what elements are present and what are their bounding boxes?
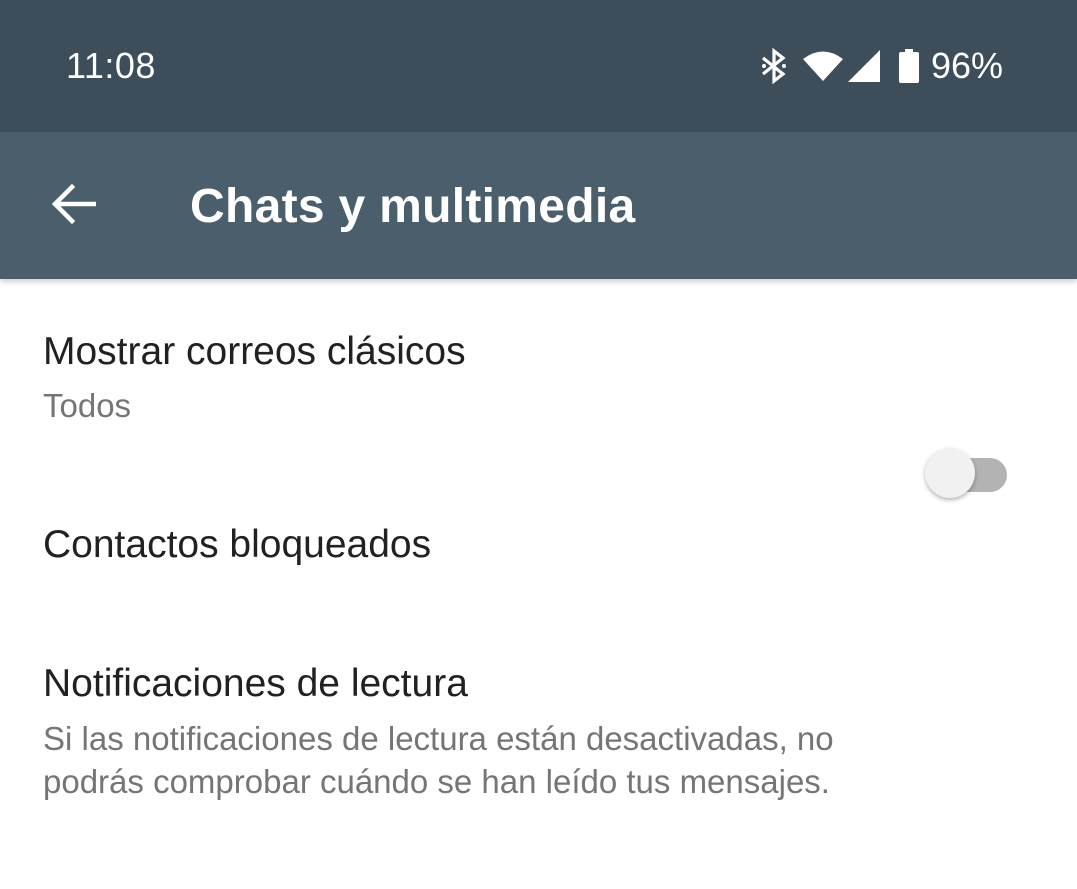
setting-summary: Si las notificaciones de lectura están d…	[43, 720, 834, 800]
app-bar: Chats y multimedia	[0, 132, 1077, 279]
setting-show-classic-emails[interactable]: Mostrar correos clásicos Todos	[0, 279, 1077, 469]
back-button[interactable]	[40, 172, 108, 240]
status-icons: 96%	[759, 44, 1003, 88]
setting-title: Contactos bloqueados	[43, 523, 432, 566]
wifi-icon	[802, 50, 843, 82]
cell-signal-icon	[847, 50, 881, 82]
back-arrow-icon	[51, 183, 97, 229]
read-receipts-toggle[interactable]	[923, 446, 1013, 502]
settings-list: Mostrar correos clásicos Todos Contactos…	[0, 279, 1077, 889]
setting-read-receipts[interactable]: Notificaciones de lectura Si las notific…	[0, 639, 1077, 889]
status-time: 11:08	[66, 45, 156, 86]
setting-title: Mostrar correos clásicos	[43, 330, 466, 373]
battery-icon	[898, 49, 919, 83]
page-title: Chats y multimedia	[190, 180, 636, 233]
toggle-thumb	[925, 448, 975, 498]
status-bar: 11:08 96%	[0, 0, 1077, 132]
setting-summary: Todos	[43, 387, 132, 424]
setting-blocked-contacts[interactable]: Contactos bloqueados	[0, 469, 1077, 639]
battery-percent: 96%	[930, 45, 1003, 86]
bluetooth-icon	[759, 48, 789, 84]
setting-title: Notificaciones de lectura	[43, 662, 468, 705]
